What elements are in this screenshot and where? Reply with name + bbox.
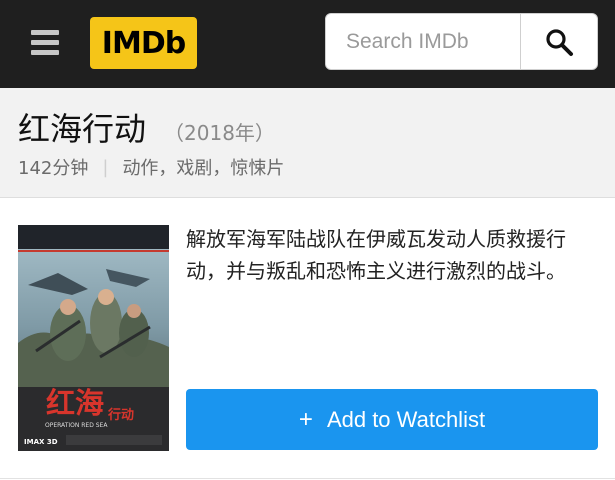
search-button[interactable]: [520, 13, 598, 70]
poster-english-title: OPERATION RED SEA: [45, 422, 108, 429]
poster-format: IMAX 3D: [24, 438, 58, 446]
logo-text: IMDb: [101, 25, 186, 61]
menu-icon-line: [31, 30, 59, 35]
section-divider: [0, 478, 615, 479]
plot-summary: 解放军海军陆战队在伊威瓦发动人质救援行动，并与叛乱和恐怖主义进行激烈的战斗。: [186, 227, 566, 283]
poster-subtitle-art: 行动: [107, 407, 134, 423]
title-row: 红海行动 （2018年）: [18, 104, 275, 150]
movie-meta: 142分钟 | 动作，戏剧，惊悚片: [18, 154, 284, 180]
add-to-watchlist-button[interactable]: + Add to Watchlist: [186, 389, 598, 450]
search-input[interactable]: [325, 13, 522, 70]
meta-separator: |: [102, 156, 109, 178]
page-title: 红海行动: [18, 110, 147, 148]
release-year: （2018年）: [164, 121, 275, 145]
watchlist-label: Add to Watchlist: [326, 406, 486, 432]
poster-art: 红海 行动 OPERATION RED SEA IMAX 3D: [18, 225, 169, 451]
movie-poster[interactable]: 红海 行动 OPERATION RED SEA IMAX 3D: [18, 225, 169, 451]
menu-icon-line: [31, 40, 59, 45]
title-section: 红海行动 （2018年） 142分钟 | 动作，戏剧，惊悚片: [0, 88, 615, 198]
genres: 动作，戏剧，惊悚片: [122, 158, 285, 179]
movie-content: 红海 行动 OPERATION RED SEA IMAX 3D 解放军海军陆战队…: [0, 199, 615, 480]
search-icon: [546, 28, 573, 56]
plus-icon: +: [298, 405, 313, 433]
runtime: 142分钟: [18, 158, 89, 179]
menu-icon-line: [31, 50, 59, 55]
menu-icon[interactable]: [31, 28, 61, 58]
poster-title-art: 红海: [46, 386, 104, 420]
imdb-logo[interactable]: IMDb: [90, 17, 197, 69]
top-navigation-bar: IMDb: [0, 0, 615, 88]
